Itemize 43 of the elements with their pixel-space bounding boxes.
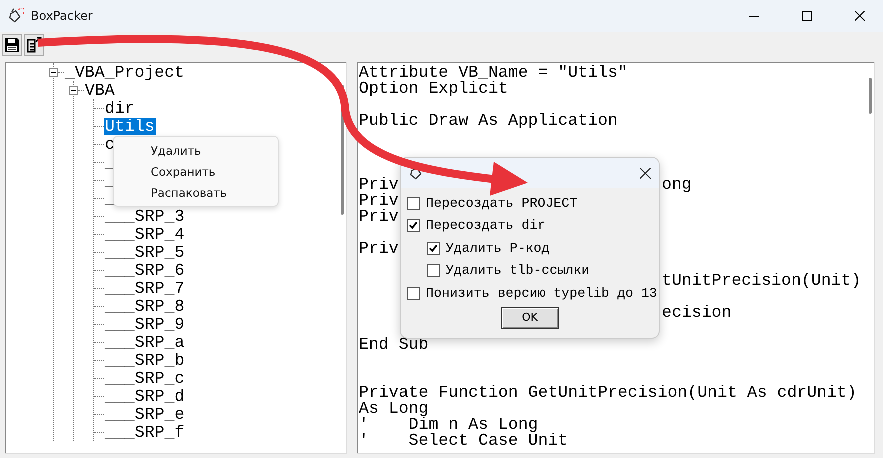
- option-label: Пересоздать PROJECT: [426, 196, 578, 211]
- code-line: ' Select Case Unit: [359, 431, 568, 450]
- tree-item[interactable]: ___SRP_7: [104, 280, 186, 296]
- tree-item[interactable]: ___SRP_e: [104, 406, 186, 422]
- code-line: Attribute VB_Name = "Utils": [359, 63, 628, 82]
- tree-item[interactable]: dir: [104, 100, 136, 116]
- code-line: tUnitPrecision(Unit): [662, 273, 862, 289]
- tree-item[interactable]: ___SRP_3: [104, 208, 186, 224]
- menu-item[interactable]: Сохранить: [114, 161, 278, 182]
- tree-item[interactable]: ___SRP_5: [104, 244, 186, 260]
- tree-item[interactable]: c: [104, 136, 116, 152]
- tree-item[interactable]: ___SRP_d: [104, 388, 186, 404]
- tree-item[interactable]: Utils: [104, 118, 156, 134]
- tree-item[interactable]: ___SRP_9: [104, 316, 186, 332]
- window-title: BoxPacker: [31, 9, 94, 23]
- option-label: Удалить tlb-ссылки: [446, 263, 590, 278]
- tree-item[interactable]: ___SRP_4: [104, 226, 186, 242]
- code-line: ' Dim n As Long: [359, 415, 538, 434]
- tree-item[interactable]: ___SRP_8: [104, 298, 186, 314]
- option-label: Понизить версию typelib до 13: [426, 286, 658, 301]
- tree-item[interactable]: ___SRP_c: [104, 370, 186, 386]
- tree-item[interactable]: _VBA_Project: [64, 64, 186, 80]
- option-label: Удалить P-код: [446, 240, 550, 256]
- code-line: Priv: [359, 239, 399, 258]
- tree-item[interactable]: ___SRP_a: [104, 334, 186, 350]
- code-line: Priv: [359, 175, 399, 194]
- tree-item[interactable]: VBA: [84, 82, 116, 98]
- code-line: Priv: [359, 191, 399, 210]
- menu-item[interactable]: Удалить: [114, 140, 278, 161]
- tree-item[interactable]: ___SRP_b: [104, 352, 186, 368]
- menu-item[interactable]: Распаковать: [114, 182, 278, 203]
- ok-button[interactable]: OK: [501, 306, 559, 328]
- code-line: As Long: [359, 399, 429, 418]
- code-line: ecision: [662, 305, 732, 321]
- code-line: Public Draw As Application: [359, 111, 618, 130]
- code-line: Private Function GetUnitPrecision(Unit As cdrUnit): [359, 383, 857, 402]
- option-label: Пересоздать dir: [426, 218, 546, 234]
- code-line: Option Explicit: [359, 79, 508, 98]
- tree-item[interactable]: ___SRP_f: [104, 424, 186, 440]
- code-line: End Sub: [359, 335, 429, 354]
- tree-item[interactable]: ___SRP_6: [104, 262, 186, 278]
- code-line: ong: [662, 177, 692, 193]
- code-line: Priv: [359, 207, 399, 226]
